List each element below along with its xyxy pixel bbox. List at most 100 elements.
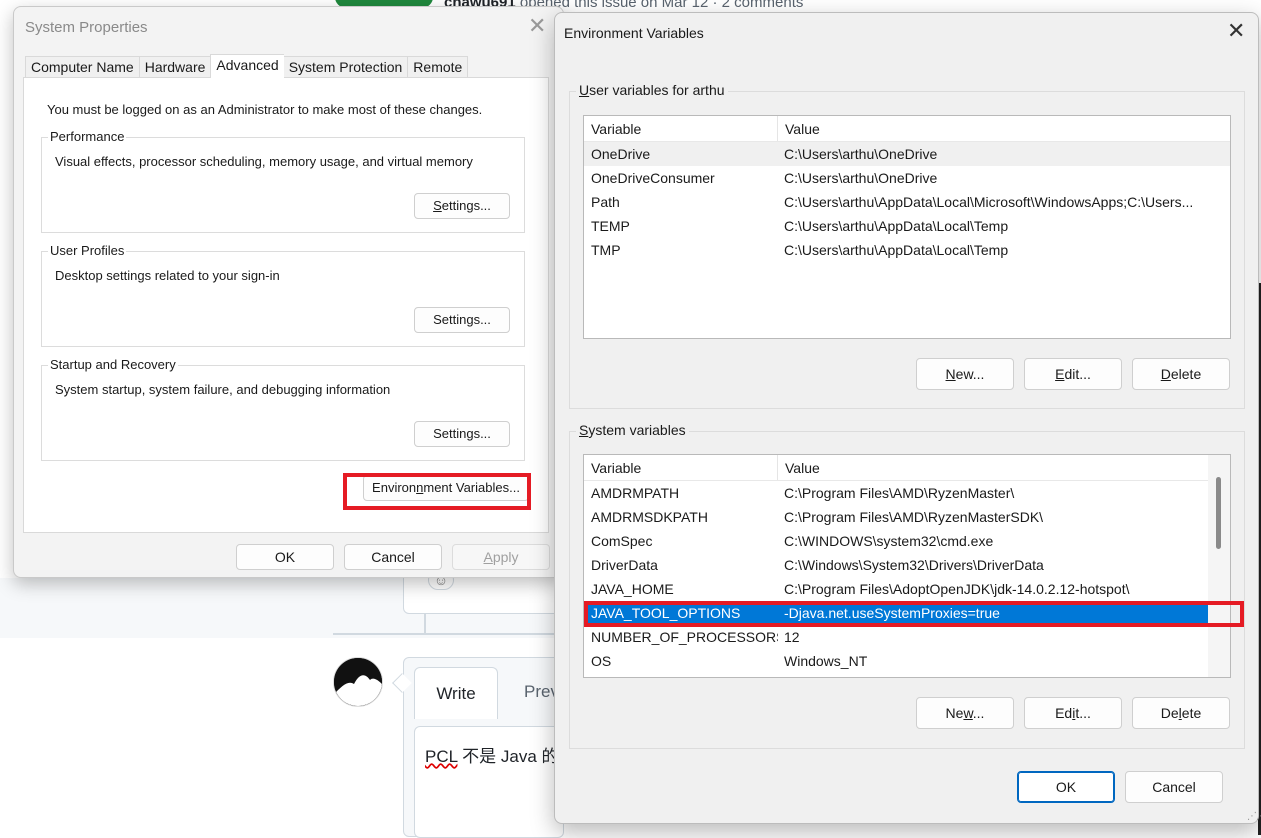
column-header-value[interactable]: Value	[778, 455, 820, 480]
tab-system-protection[interactable]: System Protection	[283, 56, 408, 78]
list-item[interactable]: NUMBER_OF_PROCESSORS 12	[584, 625, 1208, 649]
variable-value: C:\WINDOWS\system32\cmd.exe	[784, 533, 994, 549]
variable-value: C:\Windows\System32\Drivers\DriverData	[784, 557, 1044, 573]
list-item[interactable]: AMDRMPATH C:\Program Files\AMD\RyzenMaste…	[584, 481, 1208, 505]
button-label: ew...	[955, 366, 985, 382]
apply-button[interactable]: Apply	[452, 544, 550, 570]
ok-button[interactable]: OK	[236, 544, 334, 570]
variable-name: TMP	[591, 242, 621, 258]
system-edit-button[interactable]: Edit...	[1024, 697, 1122, 729]
button-label: elete	[1170, 366, 1202, 382]
tab-remote[interactable]: Remote	[407, 56, 469, 78]
list-item[interactable]: TMP C:\Users\arthu\AppData\Local\Temp	[584, 238, 1230, 262]
admin-notice: You must be logged on as an Administrato…	[47, 102, 483, 117]
variable-value: C:\Program Files\AMD\RyzenMasterSDK\	[784, 509, 1044, 525]
list-item[interactable]: AMDRMSDKPATH C:\Program Files\AMD\RyzenMa…	[584, 505, 1208, 529]
tab-computer-name[interactable]: Computer Name	[25, 56, 139, 78]
mnemonic: D	[1160, 366, 1171, 382]
list-item[interactable]: Path C:\Users\arthu\AppData\Local\Microso…	[584, 190, 1230, 214]
button-label-start: Ne	[945, 705, 964, 721]
user-variables-list[interactable]: Variable Value OneDrive C:\Users\arthu\On…	[583, 115, 1231, 339]
startup-recovery-settings-button[interactable]: Settings...	[414, 421, 510, 447]
variable-name: JAVA_HOME	[591, 581, 674, 597]
variable-value: C:\Users\arthu\AppData\Local\Temp	[784, 218, 1009, 234]
button-label: dit...	[1064, 366, 1091, 382]
cancel-button[interactable]: Cancel	[344, 544, 442, 570]
variable-value: C:\Program Files\AdoptOpenJDK\jdk-14.0.2…	[784, 581, 1130, 597]
performance-group: Performance Visual effects, processor sc…	[41, 129, 525, 233]
dialog-title: Environment Variables	[564, 25, 704, 41]
button-label: ettings...	[441, 312, 491, 327]
avatar-image	[334, 658, 382, 706]
tab-bar: Computer Name Hardware Advanced System P…	[25, 54, 469, 78]
group-title: User variables for arthu	[576, 82, 728, 98]
environment-variables-dialog: Environment Variables ✕ User variables f…	[554, 12, 1261, 824]
avatar[interactable]	[333, 657, 383, 707]
system-new-button[interactable]: New...	[916, 697, 1014, 729]
user-edit-button[interactable]: Edit...	[1024, 358, 1122, 390]
resize-grip-icon[interactable]: ⋰⋰	[1247, 811, 1261, 822]
list-item[interactable]: OneDrive C:\Users\arthu\OneDrive	[584, 142, 1230, 166]
close-icon[interactable]: ✕	[1227, 20, 1245, 42]
mnemonic: S	[579, 422, 589, 438]
system-variables-group: System variables Variable Value AMDRMPAT…	[569, 422, 1245, 749]
user-profiles-settings-button[interactable]: Settings...	[414, 307, 510, 333]
variable-name: OS	[591, 653, 612, 669]
variable-name: OneDriveConsumer	[591, 170, 715, 186]
list-item[interactable]: ComSpec C:\WINDOWS\system32\cmd.exe	[584, 529, 1208, 553]
system-delete-button[interactable]: Delete	[1132, 697, 1230, 729]
mnemonic: w	[963, 705, 973, 721]
column-header-variable[interactable]: Variable	[584, 116, 778, 141]
cancel-button[interactable]: Cancel	[1125, 771, 1223, 803]
variable-value: 12	[784, 629, 800, 645]
button-label-end: ...	[972, 705, 985, 721]
variable-name: TEMP	[591, 218, 630, 234]
comment-text: PCL 不是 Java 的	[425, 742, 559, 767]
ok-button[interactable]: OK	[1017, 771, 1115, 803]
column-header-value[interactable]: Value	[778, 116, 820, 141]
variable-value: C:\Users\arthu\AppData\Local\Microsoft\W…	[784, 194, 1194, 210]
user-new-button[interactable]: New...	[916, 358, 1014, 390]
performance-settings-button[interactable]: Settings...	[414, 193, 510, 219]
button-label-start: Ed	[1055, 705, 1073, 721]
group-description: System startup, system failure, and debu…	[55, 382, 391, 397]
list-item[interactable]: TEMP C:\Users\arthu\AppData\Local\Temp	[584, 214, 1230, 238]
mnemonic: A	[483, 549, 493, 565]
button-label-start: S	[433, 426, 442, 441]
scrollbar[interactable]	[1208, 455, 1230, 677]
list-item[interactable]: OneDriveConsumer C:\Users\arthu\OneDrive	[584, 166, 1230, 190]
scrollbar-thumb[interactable]	[1216, 477, 1221, 549]
column-header-variable[interactable]: Variable	[584, 455, 778, 480]
mnemonic: U	[579, 82, 590, 98]
system-variables-list[interactable]: Variable Value AMDRMPATH C:\Program Files…	[583, 454, 1231, 678]
advanced-tab-page: You must be logged on as an Administrato…	[23, 77, 549, 533]
list-item[interactable]: OS Windows_NT	[584, 649, 1208, 673]
system-variables-rows: AMDRMPATH C:\Program Files\AMD\RyzenMaste…	[584, 481, 1208, 673]
group-title-text: ser variables for arthu	[589, 82, 725, 98]
group-title: User Profiles	[48, 243, 127, 258]
group-title-text: ystem variables	[588, 422, 686, 438]
list-item[interactable]: JAVA_HOME C:\Program Files\AdoptOpenJDK\j…	[584, 577, 1208, 601]
highlight-box	[343, 473, 531, 510]
list-header: Variable Value	[584, 116, 1230, 142]
variable-value: C:\Program Files\AMD\RyzenMaster\	[784, 485, 1015, 501]
variable-name: DriverData	[591, 557, 658, 573]
variable-name: ComSpec	[591, 533, 653, 549]
mnemonic: S	[433, 198, 442, 213]
group-description: Desktop settings related to your sign-in	[55, 268, 280, 283]
list-header: Variable Value	[584, 455, 1208, 481]
user-profiles-group: User Profiles Desktop settings related t…	[41, 243, 525, 347]
group-title: Startup and Recovery	[48, 357, 178, 372]
user-delete-button[interactable]: Delete	[1132, 358, 1230, 390]
close-icon[interactable]: ✕	[528, 15, 546, 37]
tab-write[interactable]: Write	[414, 667, 498, 719]
group-title: System variables	[576, 422, 689, 438]
tab-advanced[interactable]: Advanced	[210, 54, 284, 78]
list-item[interactable]: DriverData C:\Windows\System32\Drivers\Dr…	[584, 553, 1208, 577]
variable-name: OneDrive	[591, 146, 651, 162]
timeline-line	[424, 614, 426, 634]
startup-recovery-group: Startup and Recovery System startup, sys…	[41, 357, 525, 461]
user-variables-group: User variables for arthu Variable Value …	[569, 82, 1245, 409]
variable-name: Path	[591, 194, 620, 210]
tab-hardware[interactable]: Hardware	[138, 56, 211, 78]
